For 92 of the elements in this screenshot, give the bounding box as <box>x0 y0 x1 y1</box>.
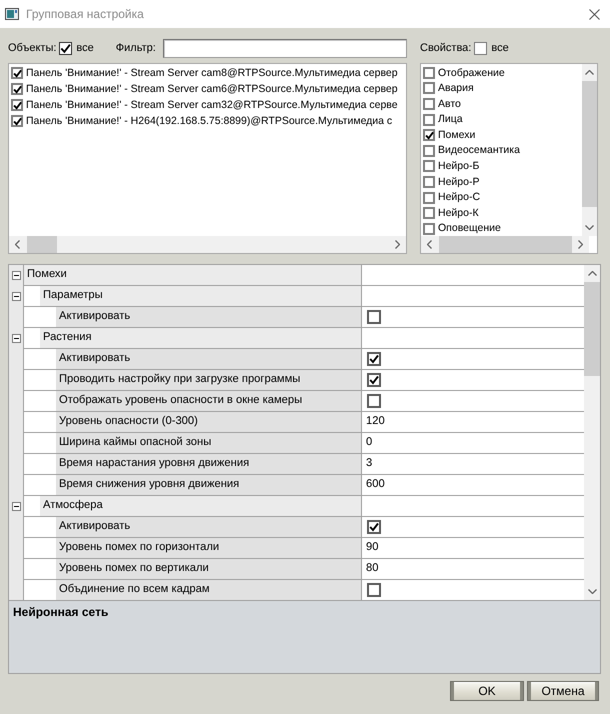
checkbox[interactable] <box>423 66 435 79</box>
list-item-label[interactable]: Авария <box>438 82 474 95</box>
app-icon <box>5 8 19 20</box>
list-item-label[interactable]: Панель 'Внимание!' - Stream Server cam6@RTPSource.Мультимедиа сервер <box>26 82 398 96</box>
collapse-icon[interactable] <box>12 502 20 511</box>
property-label[interactable]: Проводить настройку при загрузке программы <box>56 370 361 390</box>
vertical-scrollbar[interactable] <box>584 265 600 600</box>
chevron-down-icon[interactable] <box>588 589 596 594</box>
checkbox[interactable] <box>423 222 435 235</box>
scrollbar-thumb[interactable] <box>584 282 600 376</box>
property-value[interactable]: 3 <box>366 457 372 471</box>
property-value[interactable]: 0 <box>366 436 372 450</box>
checkbox[interactable] <box>59 42 72 55</box>
property-label[interactable]: Ширина каймы опасной зоны <box>56 433 361 453</box>
category-label: Атмосфера <box>40 496 361 516</box>
description-title: Нейронная сеть <box>13 605 110 620</box>
property-label[interactable]: Уровень помех по горизонтали <box>56 538 361 558</box>
collapse-icon[interactable] <box>12 271 20 280</box>
checkbox[interactable] <box>11 83 23 95</box>
checkbox[interactable] <box>423 82 435 94</box>
checkbox[interactable] <box>423 207 435 220</box>
checkbox[interactable] <box>423 144 435 157</box>
list-item-label[interactable]: Панель 'Внимание!' - Stream Server cam8@RTPSource.Мультимедиа сервер <box>26 66 398 80</box>
chevron-up-icon[interactable] <box>585 70 594 75</box>
list-item-label[interactable]: Нейро-К <box>438 206 479 220</box>
chevron-left-icon[interactable] <box>15 240 20 249</box>
checkbox[interactable] <box>367 394 381 408</box>
chevron-left-icon[interactable] <box>427 240 432 249</box>
property-label[interactable]: Активировать <box>56 517 361 537</box>
filter-field[interactable] <box>162 39 407 58</box>
list-item-label[interactable]: Нейро-С <box>438 191 480 204</box>
vertical-scrollbar[interactable] <box>582 64 597 236</box>
scrollbar-thumb[interactable] <box>582 81 597 207</box>
list-item-label[interactable]: Авто <box>438 98 461 110</box>
checkbox[interactable] <box>367 373 381 387</box>
dialog-button[interactable]: OK <box>450 681 524 701</box>
property-value[interactable]: 120 <box>366 415 385 429</box>
checkbox[interactable] <box>11 115 23 127</box>
property-label[interactable]: Объдинение по всем кадрам <box>56 580 361 600</box>
close-icon[interactable] <box>589 8 600 20</box>
horizontal-scrollbar[interactable] <box>9 236 406 253</box>
checkbox[interactable] <box>423 114 435 126</box>
checkbox[interactable] <box>423 176 435 188</box>
list-item-label[interactable]: Нейро-Р <box>438 176 480 188</box>
list-item-label[interactable]: Нейро-Б <box>438 160 480 173</box>
property-label[interactable]: Уровень помех по вертикали <box>56 559 361 579</box>
checkbox[interactable] <box>11 99 23 111</box>
checkbox[interactable] <box>367 520 381 534</box>
chevron-down-icon[interactable] <box>585 225 594 230</box>
chevron-right-icon[interactable] <box>578 240 583 249</box>
checkbox[interactable] <box>367 310 381 324</box>
list-item-label[interactable]: Видеосемантика <box>438 144 520 158</box>
checkbox[interactable] <box>423 129 435 142</box>
chevron-up-icon[interactable] <box>588 271 596 276</box>
checkbox[interactable] <box>423 98 435 110</box>
list-item-label[interactable]: Панель 'Внимание!' - H264(192.168.5.75:8899)@RTPSource.Мультимедиа с <box>26 114 392 128</box>
checkbox[interactable] <box>423 160 435 172</box>
collapse-icon[interactable] <box>12 292 20 301</box>
properties-label: Свойства: <box>420 42 472 56</box>
category-label: Помехи <box>24 265 361 285</box>
checkbox[interactable] <box>367 352 381 366</box>
category-label: Растения <box>40 328 361 348</box>
checkbox[interactable] <box>11 67 23 79</box>
window-title: Групповая настройка <box>26 6 144 22</box>
scrollbar-thumb[interactable] <box>439 236 572 253</box>
list-item-label[interactable]: Лица <box>438 113 463 126</box>
collapse-icon[interactable] <box>12 334 20 343</box>
list-item-label[interactable]: Помехи <box>438 128 476 142</box>
list-item-label[interactable]: Панель 'Внимание!' - Stream Server cam32@RTPSource.Мультимедиа серве <box>26 98 398 112</box>
category-label: Параметры <box>40 286 361 306</box>
dialog-button[interactable]: Отмена <box>527 681 599 701</box>
objects-label: Объекты: <box>8 42 56 56</box>
checkbox-label[interactable]: все <box>491 42 509 56</box>
checkbox[interactable] <box>423 192 435 204</box>
property-label[interactable]: Время снижения уровня движения <box>56 475 361 495</box>
list-item-label[interactable]: Оповещение <box>438 222 501 236</box>
list-item-label[interactable]: Отображение <box>438 66 505 80</box>
property-label[interactable]: Уровень опасности (0-300) <box>56 412 361 432</box>
property-value[interactable]: 90 <box>366 541 378 555</box>
scrollbar-thumb[interactable] <box>27 236 57 253</box>
property-value[interactable]: 600 <box>366 478 385 492</box>
property-label[interactable]: Отображать уровень опасности в окне камеры <box>56 391 361 411</box>
checkbox[interactable] <box>367 583 381 597</box>
property-label[interactable]: Активировать <box>56 349 361 369</box>
checkbox-label[interactable]: все <box>76 42 94 56</box>
property-label[interactable]: Время нарастания уровня движения <box>56 454 361 474</box>
checkbox[interactable] <box>474 42 488 55</box>
horizontal-scrollbar[interactable] <box>421 236 589 253</box>
property-label[interactable]: Активировать <box>56 307 361 327</box>
property-value[interactable]: 80 <box>366 562 378 576</box>
chevron-right-icon[interactable] <box>395 240 400 249</box>
filter-label: Фильтр: <box>116 42 156 56</box>
